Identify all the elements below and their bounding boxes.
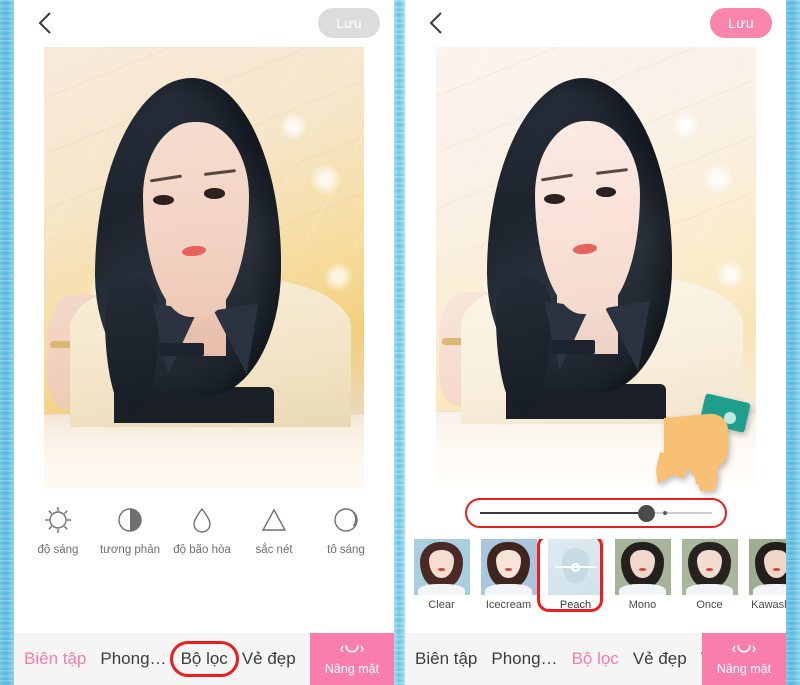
decorative-left-edge xyxy=(0,0,14,685)
saturation-droplet-icon xyxy=(187,505,217,535)
brightness-sun-icon xyxy=(43,505,73,535)
right-tab-list: Biên tập Phong… Bộ lọc Vẻ đẹp Tra xyxy=(405,633,726,685)
slider-thumb-icon[interactable] xyxy=(638,504,656,522)
annotation-highlight-slider xyxy=(464,498,727,528)
tab-phong[interactable]: Phong… xyxy=(491,633,557,685)
left-photo-preview xyxy=(44,47,364,489)
tab-label: Vẻ đẹp xyxy=(241,649,296,668)
face-lift-icon xyxy=(731,643,757,659)
tool-label: độ sáng xyxy=(37,544,79,556)
photo-eye-right xyxy=(204,188,225,199)
tab-label: Phong… xyxy=(100,649,167,668)
tab-bo-loc[interactable]: Bộ lọc xyxy=(572,633,619,685)
filter-intensity-slider[interactable] xyxy=(479,504,712,522)
back-chevron-left-icon[interactable] xyxy=(427,10,445,36)
save-button[interactable]: Lưu xyxy=(710,7,772,38)
save-button[interactable]: Lưu xyxy=(318,7,380,38)
filter-item-mono[interactable]: Mono xyxy=(609,539,676,611)
tool-label: tương phản xyxy=(99,544,160,556)
filter-label: Icecream xyxy=(485,599,532,611)
filter-label: Clear xyxy=(428,599,455,611)
left-phone-panel: Lưu độ sáng tương phản độ bão hòa sắc né… xyxy=(14,0,394,685)
photo-filtered xyxy=(435,47,756,485)
filter-thumbnail xyxy=(614,539,671,595)
filter-label: Mono xyxy=(628,599,657,611)
face-lift-button[interactable]: Nâng mặt xyxy=(310,633,394,685)
left-tab-list: Biên tập Phong… Bộ lọc Vẻ đẹp Tra xyxy=(14,633,335,685)
contrast-half-circle-icon xyxy=(115,505,145,535)
filter-label: Kawashim xyxy=(751,599,786,611)
thumb-slider-knob-icon xyxy=(571,562,580,572)
tab-bien-tap[interactable]: Biên tập xyxy=(415,633,477,685)
tool-contrast[interactable]: tương phản xyxy=(94,505,166,556)
tab-phong[interactable]: Phong… xyxy=(100,633,166,685)
tab-bo-loc[interactable]: Bộ lọc xyxy=(169,633,239,685)
dual-screenshot-figure: Lưu độ sáng tương phản độ bão hòa sắc né… xyxy=(0,0,800,685)
tab-ve-dep[interactable]: Vẻ đẹp xyxy=(242,633,296,685)
face-lift-label: Nâng mặt xyxy=(324,661,380,676)
face-lift-button[interactable]: Nâng mặt xyxy=(702,633,786,685)
tool-saturation[interactable]: độ bão hòa xyxy=(166,505,238,556)
filter-label: Once xyxy=(696,599,723,611)
slider-filled-track xyxy=(479,512,647,514)
filter-thumbnail xyxy=(480,539,537,595)
photo-name-badge xyxy=(550,340,596,354)
tool-brightness[interactable]: độ sáng xyxy=(22,505,94,556)
tool-label: tô sáng xyxy=(327,544,365,556)
tool-sharpen[interactable]: sắc nét xyxy=(238,505,310,556)
left-top-bar: Lưu xyxy=(14,0,394,45)
slider-tick-dot xyxy=(662,511,667,515)
filter-item-clear[interactable]: Clear xyxy=(408,539,475,611)
highlight-circle-icon xyxy=(331,505,361,535)
tool-highlight[interactable]: tô sáng xyxy=(310,505,382,556)
photo-eye-left xyxy=(544,193,566,204)
tab-bien-tap[interactable]: Biên tập xyxy=(24,633,86,685)
tab-label: Vẻ đẹp xyxy=(632,649,687,668)
filter-item-kawashim[interactable]: Kawashim xyxy=(743,539,786,611)
filter-thumbnail xyxy=(748,539,786,595)
photo-name-badge xyxy=(159,343,204,357)
left-bottom-tabbar: Biên tập Phong… Bộ lọc Vẻ đẹp Tra xyxy=(14,633,394,685)
filter-item-peach[interactable]: Peach xyxy=(537,539,609,612)
right-phone-panel: Lưu Clear Icecream Peach Mono Once Kawas… xyxy=(405,0,786,685)
filter-item-icecream[interactable]: Icecream xyxy=(475,539,542,611)
tab-label: Biên tập xyxy=(415,649,478,668)
filter-item-once[interactable]: Once xyxy=(676,539,743,611)
tab-label: Bộ lọc xyxy=(180,649,228,668)
filter-thumbnail xyxy=(681,539,738,595)
right-bottom-tabbar: Biên tập Phong… Bộ lọc Vẻ đẹp Tra xyxy=(405,633,786,685)
decorative-right-edge xyxy=(786,0,800,685)
tab-ve-dep[interactable]: Vẻ đẹp xyxy=(633,633,687,685)
filter-label: Peach xyxy=(559,599,592,611)
filter-intensity-slider-row xyxy=(405,493,786,533)
adjust-tool-row[interactable]: độ sáng tương phản độ bão hòa sắc nét tô… xyxy=(14,505,394,583)
photo-eye-left xyxy=(152,195,174,206)
filter-thumbnail xyxy=(413,539,470,595)
tool-label: sắc nét xyxy=(255,544,293,556)
back-chevron-left-icon[interactable] xyxy=(36,10,54,36)
right-photo-preview xyxy=(435,47,756,485)
filter-strip[interactable]: Clear Icecream Peach Mono Once Kawas xyxy=(405,539,786,621)
tab-label: Biên tập xyxy=(24,649,87,668)
filter-thumbnail-selected xyxy=(547,539,604,595)
tool-label: độ bão hòa xyxy=(173,544,231,556)
face-lift-icon xyxy=(339,643,365,659)
right-top-bar: Lưu xyxy=(405,0,786,45)
panel-divider xyxy=(394,0,405,685)
face-lift-label: Nâng mặt xyxy=(716,661,772,676)
tool-shadow[interactable]: bór xyxy=(382,505,394,556)
photo-original xyxy=(44,47,364,489)
sharpen-triangle-icon xyxy=(259,505,289,535)
tab-label: Phong… xyxy=(491,649,558,668)
tab-label: Bộ lọc xyxy=(571,649,619,668)
